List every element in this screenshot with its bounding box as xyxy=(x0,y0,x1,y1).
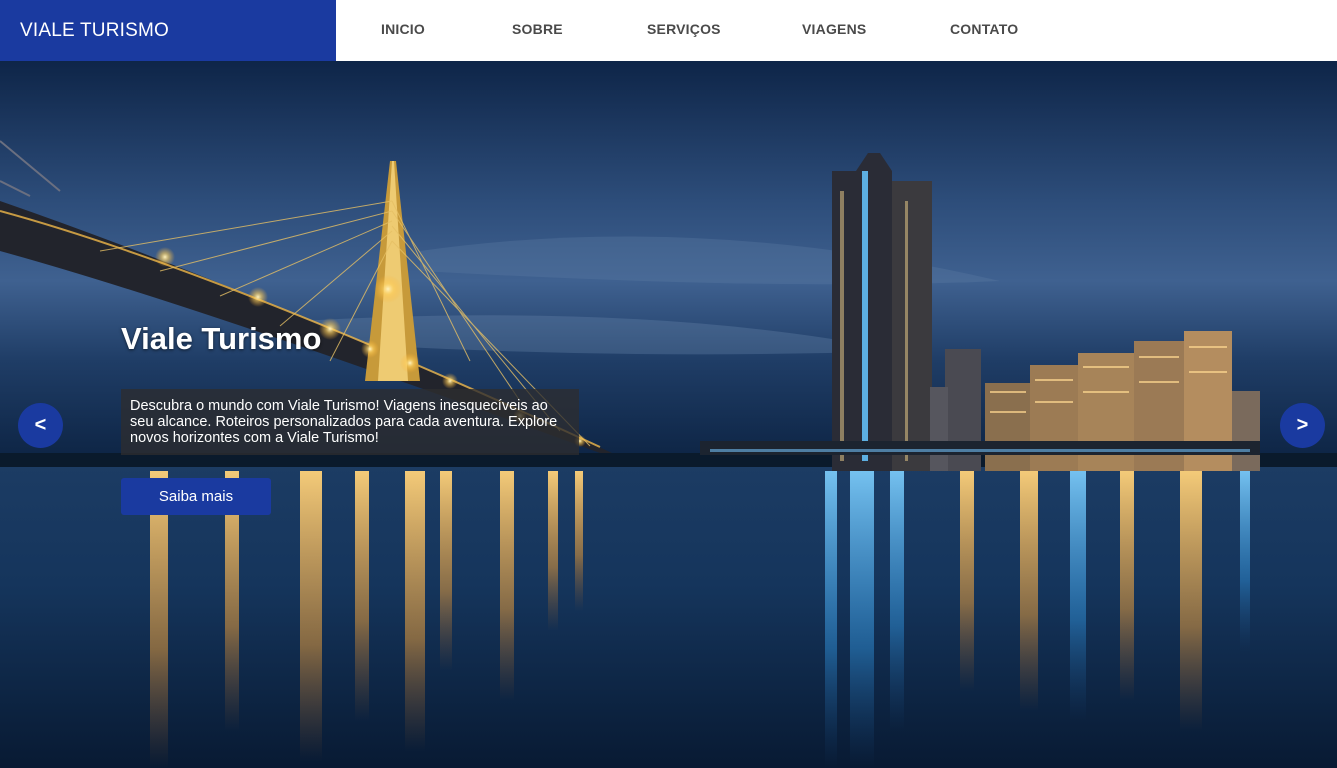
nav-item-inicio[interactable]: INICIO xyxy=(381,21,425,37)
nav-item-viagens[interactable]: VIAGENS xyxy=(802,21,866,37)
nav-item-sobre[interactable]: SOBRE xyxy=(512,21,563,37)
hero-title: Viale Turismo xyxy=(121,321,322,356)
carousel-next-button[interactable]: > xyxy=(1280,403,1325,448)
hero-carousel: Viale Turismo Descubra o mundo com Viale… xyxy=(0,61,1337,768)
saiba-mais-button[interactable]: Saiba mais xyxy=(121,478,271,515)
nav-item-servicos[interactable]: SERVIÇOS xyxy=(647,21,721,37)
nav-item-contato[interactable]: CONTATO xyxy=(950,21,1018,37)
carousel-prev-button[interactable]: < xyxy=(18,403,63,448)
brand-logo[interactable]: VIALE TURISMO xyxy=(0,0,336,61)
chevron-right-icon: > xyxy=(1296,414,1309,436)
brand-name: VIALE TURISMO xyxy=(20,19,170,41)
site-header: VIALE TURISMO INICIO SOBRE SERVIÇOS VIAG… xyxy=(0,0,1337,61)
hero-description: Descubra o mundo com Viale Turismo! Viag… xyxy=(121,389,579,455)
chevron-left-icon: < xyxy=(34,414,47,436)
